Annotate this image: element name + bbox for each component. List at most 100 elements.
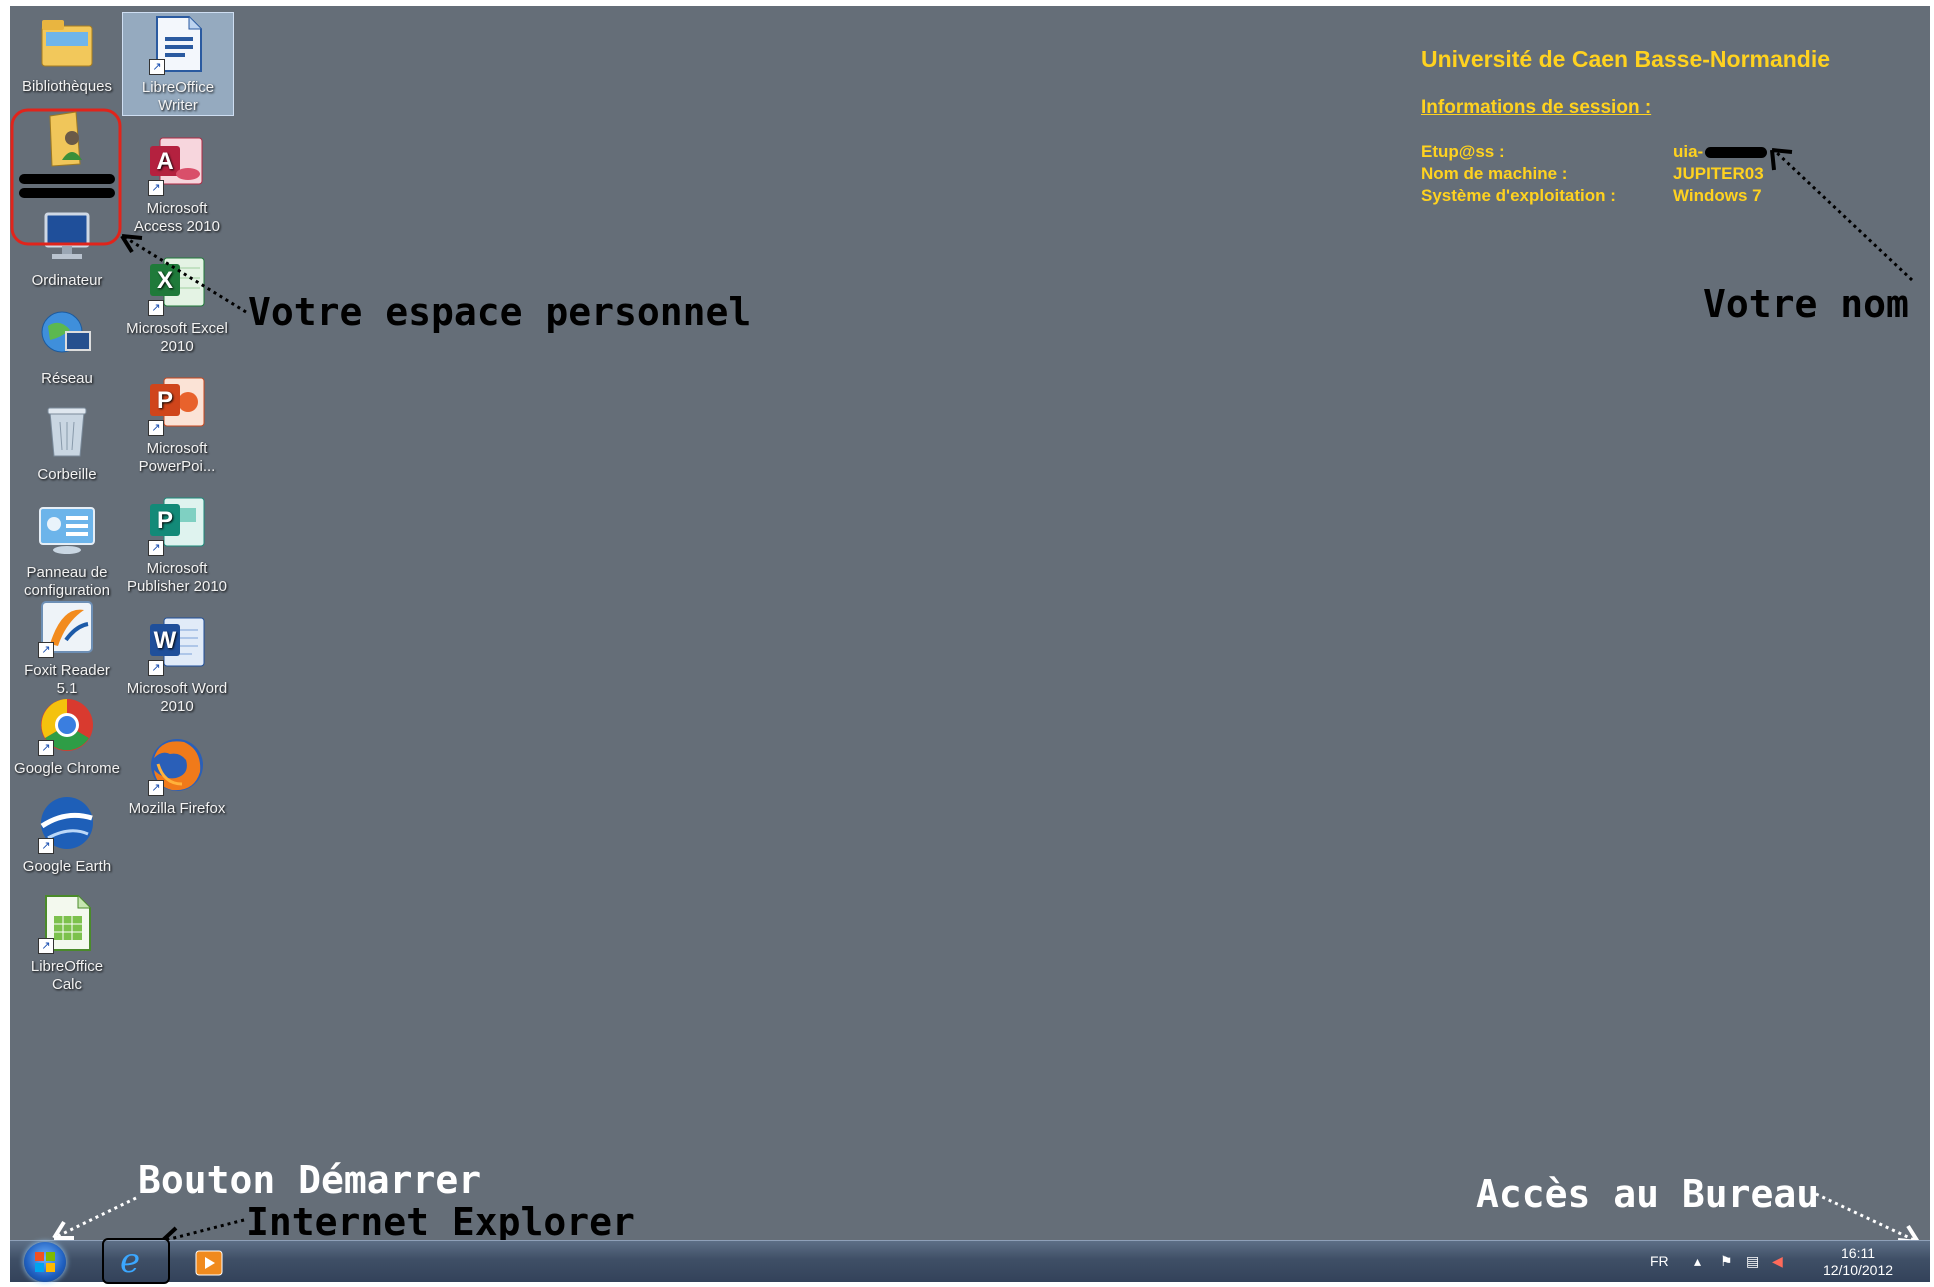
icon-label: Bibliothèques	[21, 78, 113, 95]
icon-label: Foxit Reader 5.1	[24, 662, 110, 697]
publisher-icon: P ↗	[146, 494, 208, 556]
recycle-bin-icon	[36, 400, 98, 462]
session-value: uia-	[1673, 141, 1768, 163]
personal-folder-icon	[36, 108, 98, 170]
icon-label: LibreOffice Calc	[30, 958, 104, 993]
chrome-icon: ↗	[36, 694, 98, 756]
libraries-folder-icon	[36, 12, 98, 74]
icon-label: Microsoft Excel 2010	[126, 320, 228, 355]
icon-label: Google Chrome	[14, 760, 120, 777]
word-icon: W ↗	[146, 614, 208, 676]
svg-text:A: A	[156, 148, 173, 175]
shortcut-arrow-icon: ↗	[148, 420, 164, 436]
windows-logo-icon	[35, 1252, 55, 1272]
desktop-icon-foxit-reader[interactable]: ↗ Foxit Reader 5.1	[12, 596, 122, 698]
network-icon	[36, 304, 98, 366]
control-panel-icon	[36, 498, 98, 560]
icon-label: Corbeille	[37, 466, 97, 483]
university-title: Université de Caen Basse-Normandie	[1421, 46, 1831, 72]
shortcut-arrow-icon: ↗	[38, 938, 54, 954]
session-heading: Informations de session :	[1421, 97, 1652, 118]
redacted-label	[19, 174, 115, 184]
icon-label: Panneau de configuration	[24, 564, 110, 599]
desktop-icon-libraries[interactable]: Bibliothèques	[12, 12, 122, 96]
session-info: Université de Caen Basse-Normandie Infor…	[1421, 46, 1830, 207]
desktop[interactable]: Bibliothèques Ordinateur Réseau Corbeill…	[10, 6, 1930, 1240]
desktop-icon-chrome[interactable]: ↗ Google Chrome	[12, 694, 122, 778]
session-value: Windows 7	[1673, 186, 1762, 205]
computer-icon	[36, 206, 98, 268]
shortcut-arrow-icon: ↗	[38, 642, 54, 658]
shortcut-arrow-icon: ↗	[148, 780, 164, 796]
icon-label: Microsoft Publisher 2010	[126, 560, 228, 595]
session-row: Nom de machine : JUPITER03	[1421, 163, 1830, 185]
libreoffice-calc-icon: ↗	[36, 892, 98, 954]
powerpoint-icon: P ↗	[146, 374, 208, 436]
clock-time: 16:11	[1841, 1245, 1875, 1261]
desktop-icon-control-panel[interactable]: Panneau de configuration	[12, 498, 122, 600]
icon-label: Mozilla Firefox	[128, 800, 226, 817]
icon-label: LibreOffice Writer	[141, 79, 215, 114]
desktop-icon-libreoffice-calc[interactable]: ↗ LibreOffice Calc	[12, 892, 122, 994]
taskbar-internet-explorer-button[interactable]: e	[102, 1238, 170, 1284]
excel-icon: X ↗	[146, 254, 208, 316]
annotation-start-button: Bouton Démarrer	[138, 1158, 482, 1202]
network-tray-icon[interactable]: ▤	[1746, 1253, 1759, 1270]
clock-date: 12/10/2012	[1822, 1262, 1894, 1278]
desktop-icon-recycle-bin[interactable]: Corbeille	[12, 400, 122, 484]
icon-label: Microsoft Word 2010	[126, 680, 228, 715]
shortcut-arrow-icon: ↗	[148, 660, 164, 676]
desktop-icon-google-earth[interactable]: ↗ Google Earth	[12, 792, 122, 876]
session-value: JUPITER03	[1673, 164, 1764, 183]
clock[interactable]: 16:11 12/10/2012	[1818, 1245, 1898, 1279]
shortcut-arrow-icon: ↗	[149, 59, 165, 75]
foxit-reader-icon: ↗	[36, 596, 98, 658]
desktop-icon-network[interactable]: Réseau	[12, 304, 122, 388]
desktop-icon-firefox[interactable]: ↗ Mozilla Firefox	[122, 734, 232, 818]
volume-muted-icon[interactable]: ◀	[1772, 1253, 1783, 1270]
desktop-icon-computer[interactable]: Ordinateur	[12, 206, 122, 290]
redacted-value	[1705, 147, 1768, 159]
shortcut-arrow-icon: ↗	[148, 540, 164, 556]
annotation-internet-explorer: Internet Explorer	[246, 1200, 635, 1244]
desktop-icon-excel[interactable]: X ↗ Microsoft Excel 2010	[122, 254, 232, 356]
desktop-icon-powerpoint[interactable]: P ↗ Microsoft PowerPoi...	[122, 374, 232, 476]
internet-explorer-icon: e	[120, 1241, 141, 1281]
google-earth-icon: ↗	[36, 792, 98, 854]
libreoffice-writer-icon: ↗	[147, 13, 209, 75]
shortcut-arrow-icon: ↗	[38, 740, 54, 756]
svg-text:P: P	[157, 387, 173, 414]
media-player-icon	[195, 1250, 223, 1276]
icon-label: Google Earth	[22, 858, 112, 875]
action-center-flag-icon[interactable]: ⚑	[1720, 1253, 1733, 1270]
start-button[interactable]	[24, 1242, 66, 1282]
desktop-icon-word[interactable]: W ↗ Microsoft Word 2010	[122, 614, 232, 716]
redacted-label	[19, 188, 115, 198]
icon-label: Microsoft PowerPoi...	[138, 440, 216, 475]
desktop-icon-libreoffice-writer[interactable]: ↗ LibreOffice Writer	[122, 12, 234, 116]
session-key: Etup@ss :	[1421, 142, 1505, 161]
icon-label: Réseau	[41, 370, 93, 387]
desktop-icon-personal-space[interactable]	[12, 108, 122, 198]
firefox-icon: ↗	[146, 734, 208, 796]
taskbar: e FR ▴ ⚑ ▤ ◀ 16:11 12/10/2012	[10, 1238, 1930, 1284]
session-row: Système d'exploitation : Windows 7	[1421, 185, 1830, 207]
annotation-desktop-access: Accès au Bureau	[1476, 1172, 1820, 1216]
session-key: Système d'exploitation :	[1421, 186, 1616, 205]
shortcut-arrow-icon: ↗	[38, 838, 54, 854]
session-key: Nom de machine :	[1421, 164, 1568, 183]
shortcut-arrow-icon: ↗	[148, 300, 164, 316]
desktop-icon-publisher[interactable]: P ↗ Microsoft Publisher 2010	[122, 494, 232, 596]
language-indicator[interactable]: FR	[1650, 1253, 1669, 1269]
show-hidden-icons-icon[interactable]: ▴	[1694, 1253, 1701, 1270]
icon-label: Ordinateur	[31, 272, 103, 289]
svg-text:P: P	[157, 507, 173, 534]
svg-text:X: X	[157, 267, 173, 294]
svg-text:W: W	[154, 627, 177, 654]
taskbar-media-player-button[interactable]	[186, 1243, 230, 1281]
annotation-personal-space: Votre espace personnel	[248, 290, 752, 334]
session-row: Etup@ss : uia-	[1421, 141, 1830, 163]
shortcut-arrow-icon: ↗	[148, 180, 164, 196]
desktop-icon-access[interactable]: A ↗ Microsoft Access 2010	[122, 134, 232, 236]
screen-edge	[1930, 0, 1934, 1281]
